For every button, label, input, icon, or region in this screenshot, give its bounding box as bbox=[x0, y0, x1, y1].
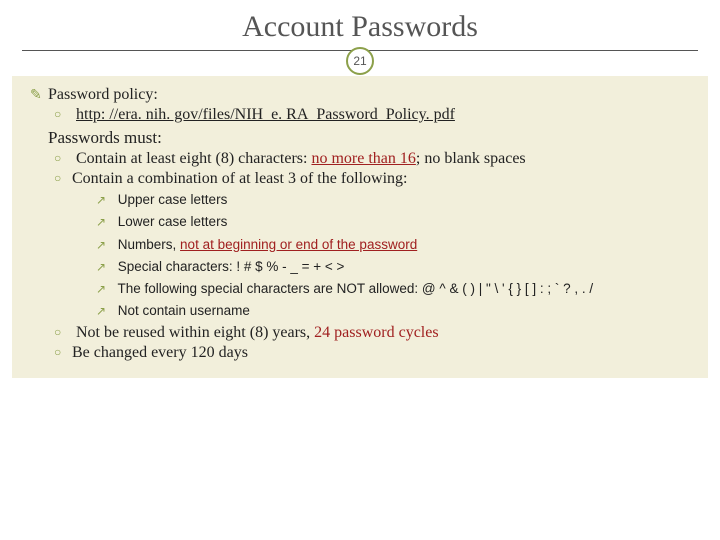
sub-lower-case-text: Lower case letters bbox=[118, 214, 228, 229]
rule-combination: Contain a combination of at least 3 of t… bbox=[22, 170, 698, 188]
sub-special-allowed: Special characters: ! # $ % - _ = + < > bbox=[22, 257, 698, 277]
rule-reuse-text-b: 24 password cycles bbox=[314, 324, 438, 341]
sub-lower-case: Lower case letters bbox=[22, 212, 698, 232]
slide-title: Account Passwords bbox=[0, 0, 720, 50]
rule-length: Contain at least eight (8) characters: n… bbox=[22, 150, 698, 168]
sub-numbers-text-b: not at beginning or end of the password bbox=[180, 237, 417, 252]
policy-link[interactable]: http: //era. nih. gov/files/NIH_e. RA_Pa… bbox=[76, 106, 455, 123]
policy-link-row: http: //era. nih. gov/files/NIH_e. RA_Pa… bbox=[22, 106, 698, 124]
rule-reuse: Not be reused within eight (8) years, 24… bbox=[22, 324, 698, 342]
sub-numbers-text-a: Numbers, bbox=[118, 237, 180, 252]
sub-numbers: Numbers, not at beginning or end of the … bbox=[22, 235, 698, 255]
slide: Account Passwords 21 Password policy: ht… bbox=[0, 0, 720, 540]
sub-not-username-text: Not contain username bbox=[118, 303, 250, 318]
sub-upper-case-text: Upper case letters bbox=[118, 192, 228, 207]
passwords-must-heading: Passwords must: bbox=[22, 128, 698, 148]
sub-special-allowed-text: Special characters: ! # $ % - _ = + < > bbox=[118, 259, 345, 274]
rule-length-text-c: ; no blank spaces bbox=[416, 150, 526, 167]
content-body: Password policy: http: //era. nih. gov/f… bbox=[12, 76, 708, 378]
rule-length-text-a: Contain at least eight (8) characters: bbox=[76, 150, 311, 167]
title-rule-block: 21 bbox=[0, 50, 720, 72]
rule-reuse-text-a: Not be reused within eight (8) years, bbox=[76, 324, 314, 341]
sub-special-not-allowed-text: The following special characters are NOT… bbox=[118, 281, 594, 296]
rule-change-days: Be changed every 120 days bbox=[22, 344, 698, 362]
sub-special-not-allowed: The following special characters are NOT… bbox=[22, 279, 698, 299]
sub-upper-case: Upper case letters bbox=[22, 190, 698, 210]
sub-not-username: Not contain username bbox=[22, 301, 698, 321]
rule-length-text-b: no more than 16 bbox=[311, 150, 415, 167]
page-number-badge: 21 bbox=[346, 47, 374, 75]
policy-heading: Password policy: bbox=[22, 86, 698, 104]
